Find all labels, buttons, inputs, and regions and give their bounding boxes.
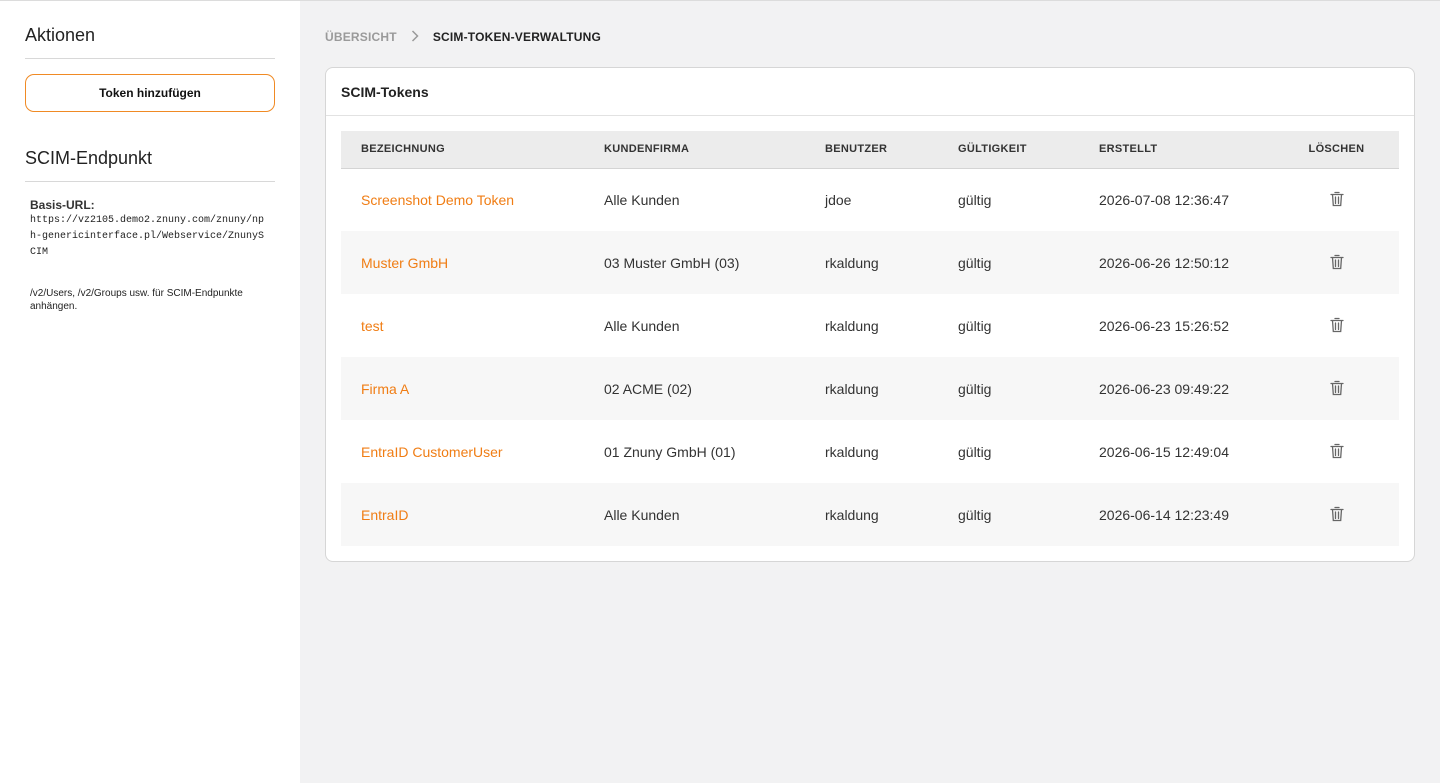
delete-cell (1274, 357, 1399, 420)
table-row: Screenshot Demo Token Alle Kunden jdoe g… (341, 168, 1399, 231)
token-name-link[interactable]: EntraID CustomerUser (341, 420, 584, 483)
token-user: rkaldung (825, 254, 879, 271)
token-validity: gültig (958, 506, 992, 523)
token-user: rkaldung (825, 380, 879, 397)
token-created: 2026-06-23 15:26:52 (1099, 317, 1229, 334)
sidebar: Aktionen Token hinzufügen SCIM-Endpunkt … (0, 1, 300, 783)
main-content: ÜBERSICHT SCIM-TOKEN-VERWALTUNG SCIM-Tok… (325, 1, 1415, 562)
breadcrumb-current: SCIM-TOKEN-VERWALTUNG (432, 30, 602, 44)
table-row: Muster GmbH 03 Muster GmbH (03) rkaldung… (341, 231, 1399, 294)
token-user: jdoe (825, 191, 852, 208)
tokens-table: BEZEICHNUNG KUNDENFIRMA BENUTZER GÜLTIGK… (341, 131, 1399, 546)
token-company: Alle Kunden (604, 191, 680, 208)
token-company: 01 Znuny GmbH (01) (604, 443, 736, 460)
token-user: rkaldung (825, 317, 879, 334)
token-name-link[interactable]: test (341, 294, 584, 357)
token-validity: gültig (958, 191, 992, 208)
trash-icon[interactable] (1329, 380, 1344, 396)
table-row: test Alle Kunden rkaldung gültig 2026-06… (341, 294, 1399, 357)
endpoint-note: /v2/Users, /v2/Groups usw. für SCIM-Endp… (30, 288, 243, 312)
token-name-link[interactable]: Muster GmbH (341, 231, 584, 294)
token-validity: gültig (958, 443, 992, 460)
trash-icon[interactable] (1329, 443, 1344, 459)
trash-icon[interactable] (1329, 506, 1344, 522)
trash-icon[interactable] (1329, 317, 1344, 333)
token-user: rkaldung (825, 506, 879, 523)
delete-cell (1274, 483, 1399, 546)
trash-icon[interactable] (1329, 191, 1344, 207)
chevron-right-icon (411, 30, 419, 44)
column-header-user[interactable]: BENUTZER (805, 131, 938, 169)
base-url-label: Basis-URL: (30, 198, 95, 212)
column-header-name[interactable]: BEZEICHNUNG (341, 131, 584, 169)
token-created: 2026-07-08 12:36:47 (1099, 191, 1229, 208)
endpoint-info: Basis-URL: https://vz2105.demo2.znuny.co… (25, 182, 275, 313)
delete-cell (1274, 168, 1399, 231)
token-user: rkaldung (825, 443, 879, 460)
token-name-link[interactable]: Firma A (341, 357, 584, 420)
column-header-delete: LÖSCHEN (1274, 131, 1399, 169)
token-company: Alle Kunden (604, 506, 680, 523)
token-validity: gültig (958, 254, 992, 271)
delete-cell (1274, 420, 1399, 483)
token-name-link[interactable]: EntraID (341, 483, 584, 546)
delete-cell (1274, 294, 1399, 357)
token-created: 2026-06-26 12:50:12 (1099, 254, 1229, 271)
token-created: 2026-06-23 09:49:22 (1099, 380, 1229, 397)
breadcrumb: ÜBERSICHT SCIM-TOKEN-VERWALTUNG (325, 1, 1415, 71)
table-row: EntraID CustomerUser 01 Znuny GmbH (01) … (341, 420, 1399, 483)
column-header-company[interactable]: KUNDENFIRMA (584, 131, 805, 169)
table-header-row: BEZEICHNUNG KUNDENFIRMA BENUTZER GÜLTIGK… (341, 131, 1399, 169)
token-company: 02 ACME (02) (604, 380, 692, 397)
token-company: 03 Muster GmbH (03) (604, 254, 740, 271)
actions-heading: Aktionen (25, 25, 275, 59)
token-validity: gültig (958, 380, 992, 397)
delete-cell (1274, 231, 1399, 294)
base-url-value: https://vz2105.demo2.znuny.com/znuny/nph… (30, 215, 265, 258)
token-validity: gültig (958, 317, 992, 334)
endpoint-heading: SCIM-Endpunkt (25, 148, 275, 182)
token-created: 2026-06-15 12:49:04 (1099, 443, 1229, 460)
table-row: EntraID Alle Kunden rkaldung gültig 2026… (341, 483, 1399, 546)
token-created: 2026-06-14 12:23:49 (1099, 506, 1229, 523)
token-company: Alle Kunden (604, 317, 680, 334)
token-name-link[interactable]: Screenshot Demo Token (341, 168, 584, 231)
breadcrumb-overview-link[interactable]: ÜBERSICHT (325, 30, 397, 44)
table-row: Firma A 02 ACME (02) rkaldung gültig 202… (341, 357, 1399, 420)
scim-tokens-card: SCIM-Tokens BEZEICHNUNG KUNDENFIRMA BENU… (325, 67, 1415, 562)
column-header-created[interactable]: ERSTELLT (1079, 131, 1274, 169)
trash-icon[interactable] (1329, 254, 1344, 270)
add-token-button[interactable]: Token hinzufügen (25, 74, 275, 112)
card-title: SCIM-Tokens (326, 68, 1414, 116)
column-header-validity[interactable]: GÜLTIGKEIT (938, 131, 1079, 169)
